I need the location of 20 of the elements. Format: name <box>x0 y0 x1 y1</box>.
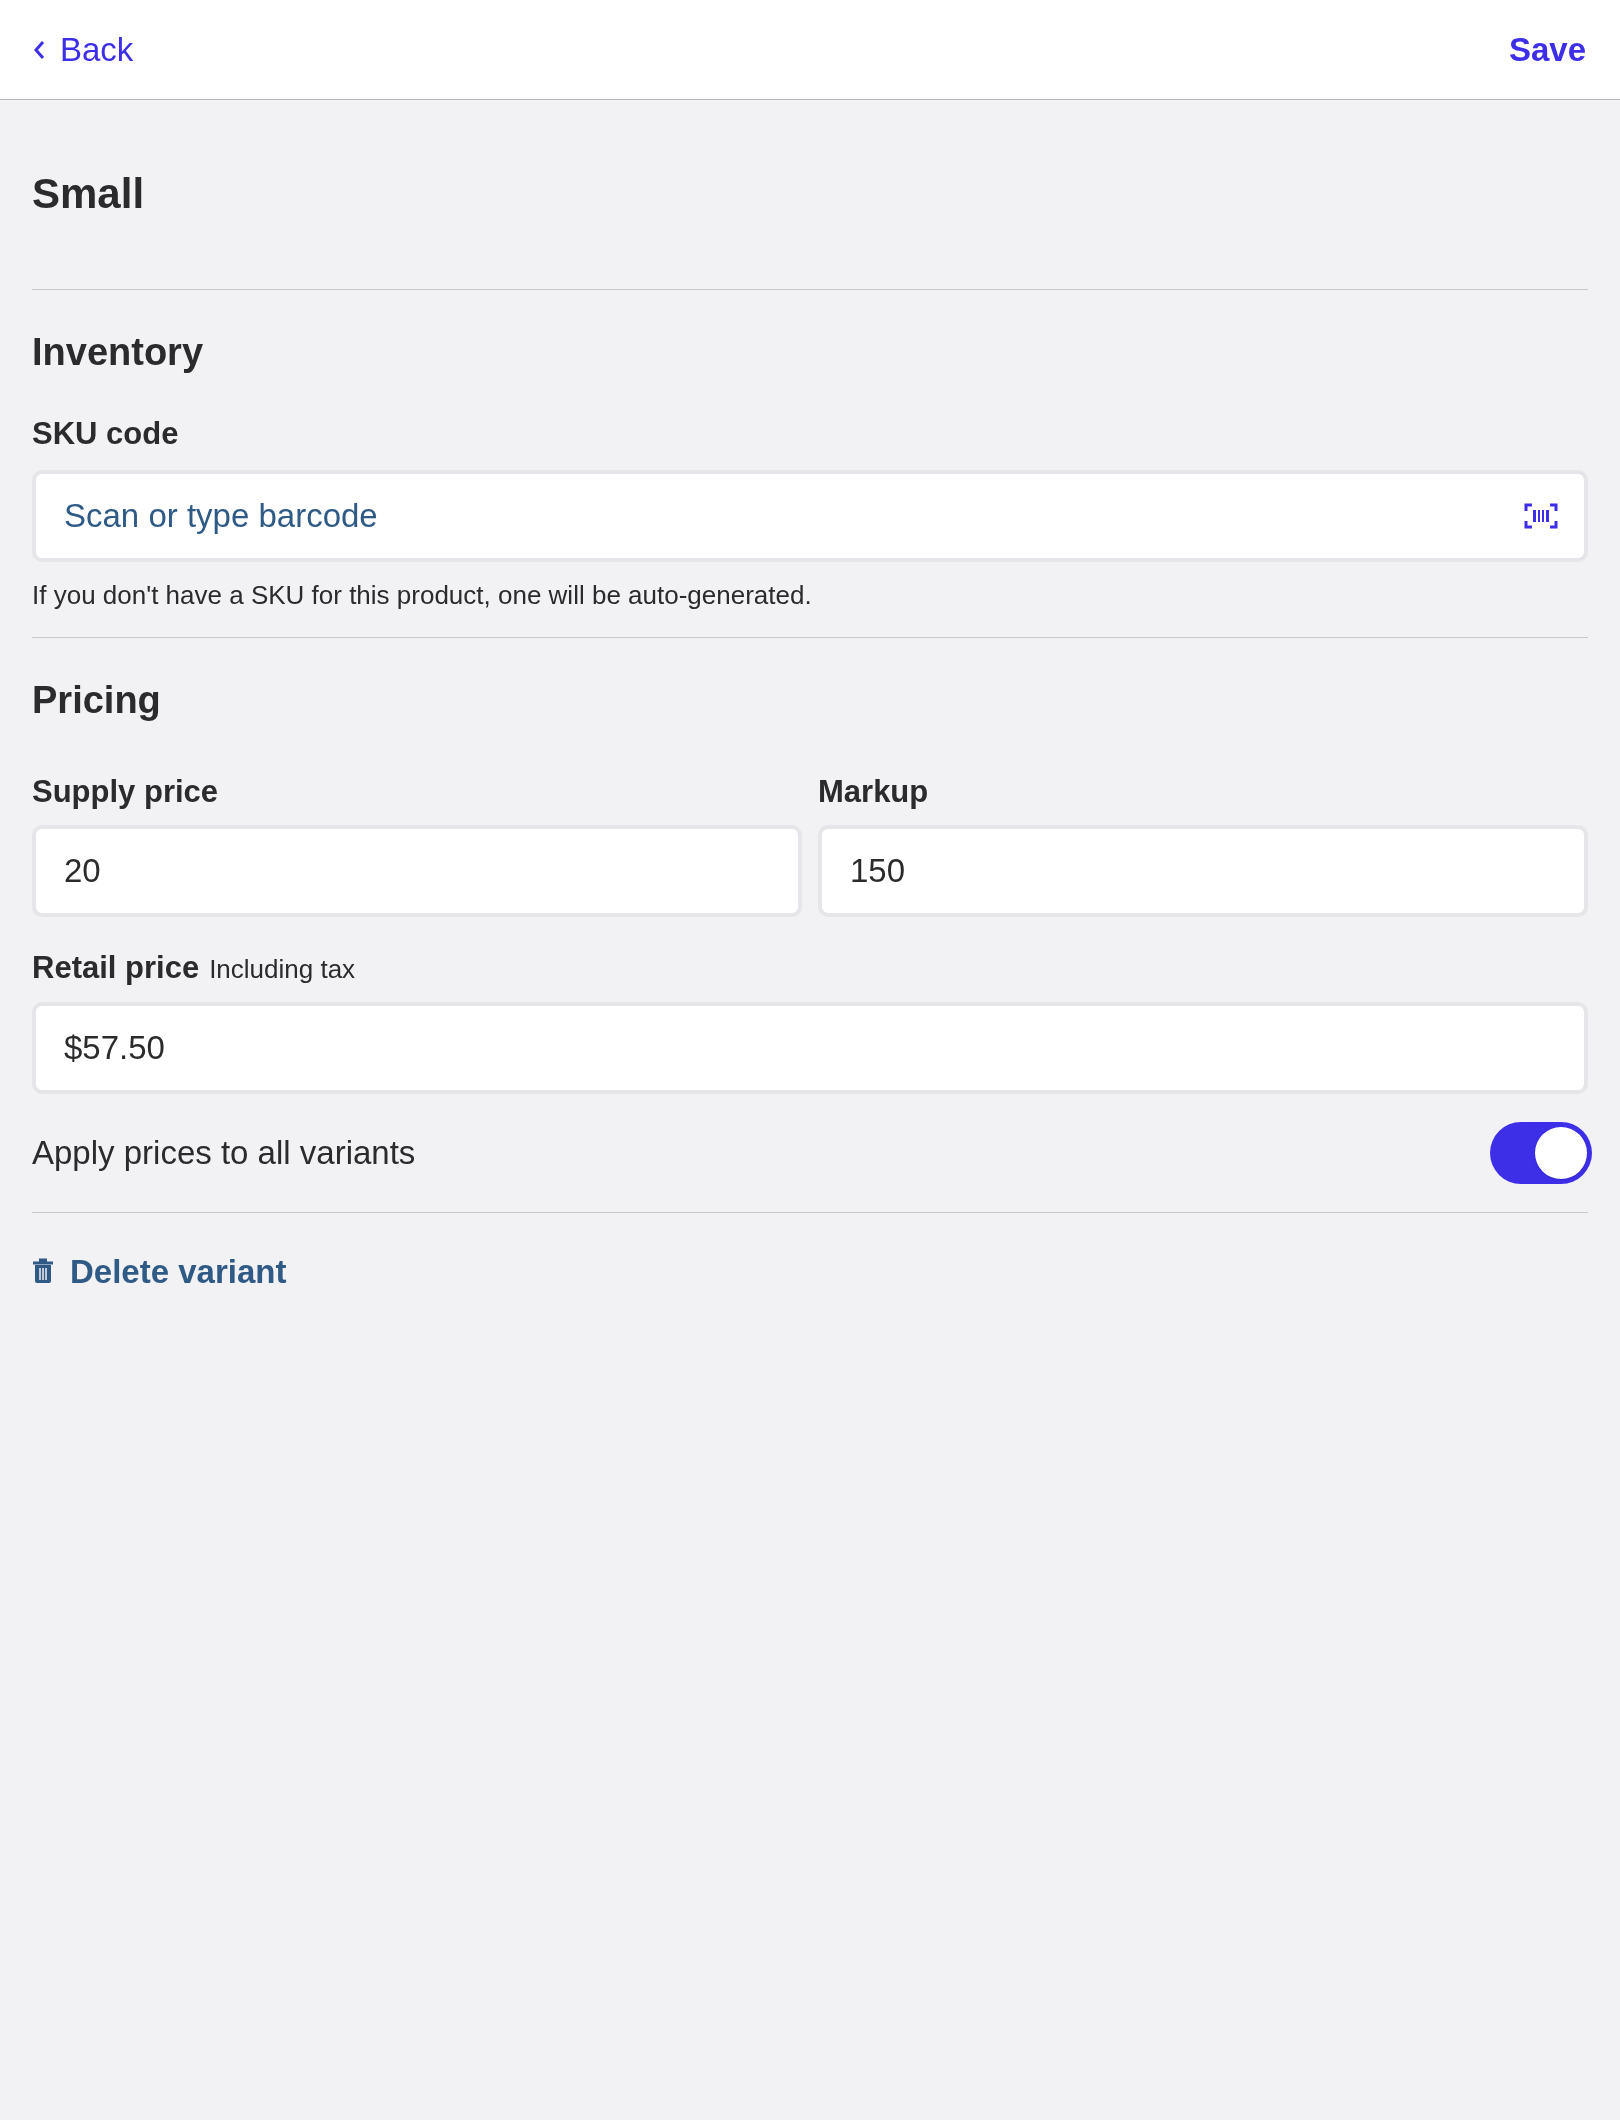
section-heading: Pricing <box>32 677 162 723</box>
delete-variant-button[interactable]: Delete variant <box>32 1246 287 1296</box>
back-button[interactable]: Back <box>32 24 134 75</box>
price-input-field[interactable]: 20 <box>32 825 802 917</box>
field-note: Including tax <box>209 953 356 986</box>
field-label: Supply price <box>32 772 220 811</box>
chevron-left-icon <box>32 38 46 61</box>
price-input-field[interactable]: 150 <box>818 825 1588 917</box>
field-label: SKU code <box>32 415 180 453</box>
trash-icon <box>32 1258 54 1285</box>
retail-price-field[interactable]: $57.50 <box>32 1001 1588 1094</box>
section-heading: Inventory <box>32 330 205 375</box>
sku-input-field[interactable]: Scan or type barcode <box>32 469 1588 562</box>
field-label: Markup <box>818 772 930 811</box>
barcode-scan-icon[interactable] <box>1524 502 1558 529</box>
helper-text: If you don't have a SKU for this product, one will be auto-generated. <box>32 578 813 612</box>
field-label: Retail price <box>32 949 200 987</box>
save-button[interactable]: Save <box>1508 24 1588 75</box>
variant-title: Small <box>32 169 146 219</box>
toggle-label: Apply prices to all variants <box>32 1132 416 1173</box>
